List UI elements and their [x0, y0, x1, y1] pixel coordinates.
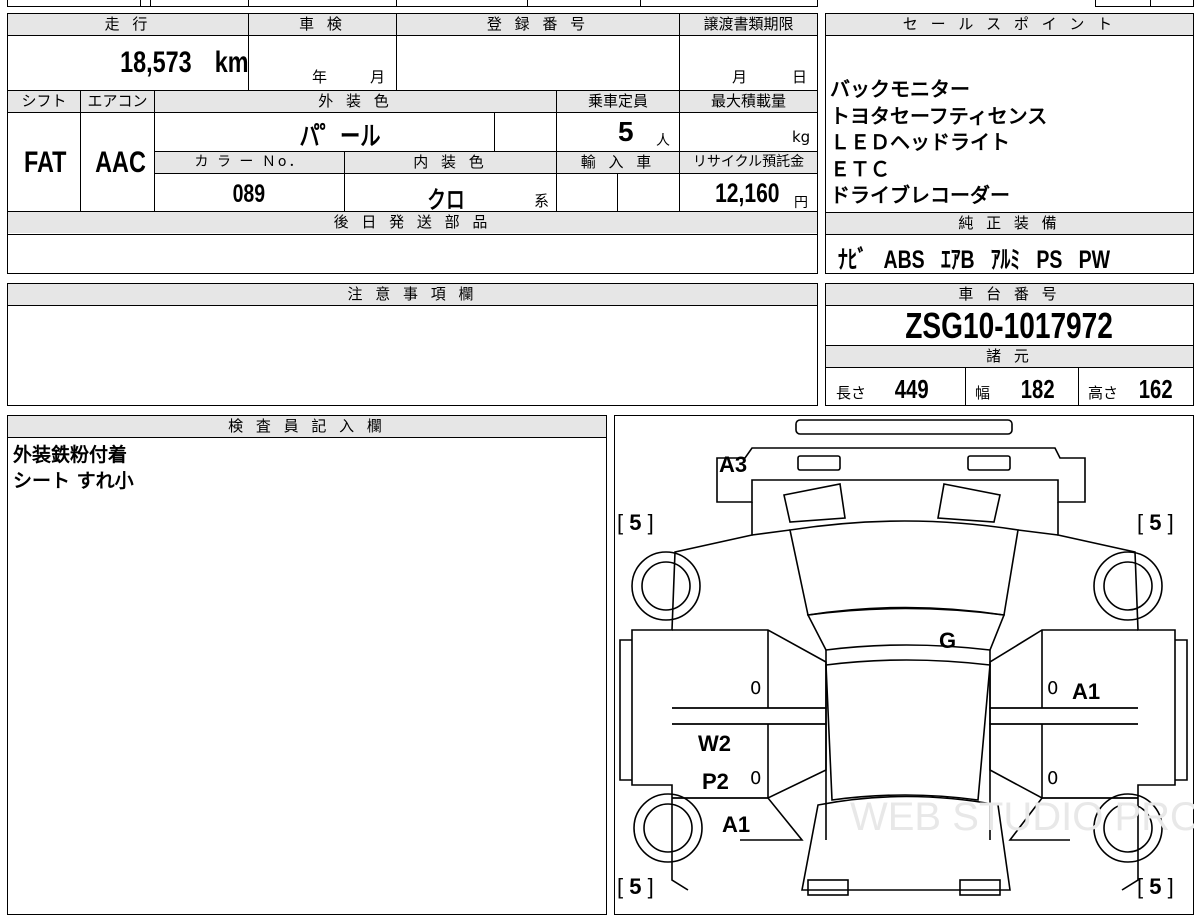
damage-mark-a1-left: A1 [722, 812, 751, 837]
damage-mark-a1-right: A1 [1072, 679, 1101, 704]
rear-lamp-right [967, 455, 1011, 471]
genuine-item: PS [1036, 246, 1063, 274]
genuine-header: 純 正 装 備 [826, 213, 1193, 234]
zero-marker: 0 [1047, 768, 1059, 789]
height-value: 162 [1138, 374, 1173, 404]
inspection-header: 車 検 [249, 14, 396, 35]
tire-rear-right: [ 5 ] [1137, 510, 1174, 535]
length-value: 449 [894, 374, 929, 404]
zero-marker: 0 [750, 678, 762, 699]
inspection-month: 月 [370, 68, 386, 86]
tire-front-right: [ 5 ] [1137, 874, 1174, 899]
shift-value: FAT [23, 146, 67, 179]
genuine-item: PW [1078, 246, 1111, 274]
max-load-unit: kg [792, 128, 811, 146]
top-stub-row [7, 0, 818, 7]
mileage-value: 18,573 [120, 46, 192, 79]
left-front-door [672, 723, 827, 799]
inspector-line: 外装鉄粉付着 [13, 444, 128, 466]
sales-point-item: ドライブレコーダー [830, 183, 1010, 207]
sales-point-item: ＬＥＤヘッドライト [830, 130, 1010, 154]
inspector-header: 検 査 員 記 入 欄 [8, 416, 606, 437]
shift-header: シフト [8, 91, 80, 112]
damage-mark-p2: P2 [702, 769, 729, 794]
mileage-unit: km [214, 46, 249, 79]
exterior-header: 外 装 色 [155, 91, 556, 112]
rear-bumper-strip [795, 419, 1013, 435]
capacity-unit: 人 [656, 133, 670, 149]
length-label: 長さ [836, 384, 867, 402]
watermark: WEB STUDIO PRO [850, 795, 1194, 839]
damage-mark-w2: W2 [698, 731, 731, 756]
genuine-list: ﾅﾋﾞ ABS ｴｱB ｱﾙﾐ PS PW [838, 240, 1187, 276]
deadline-month: 月 [732, 68, 748, 86]
specs-header: 諸 元 [826, 346, 1193, 367]
interior-suffix: 系 [534, 192, 550, 210]
damage-mark-g: G [939, 628, 957, 653]
aircon-value: AAC [95, 146, 146, 179]
rear-light-right [937, 483, 1001, 523]
recycle-unit: 円 [794, 195, 808, 211]
left-rear-quarter [672, 629, 827, 709]
aircon-header: エアコン [81, 91, 154, 112]
front-bumper-strip [807, 879, 849, 896]
interior-value: クロ [427, 187, 465, 214]
car-diagram: WEB STUDIO PRO [619, 419, 1194, 896]
genuine-item: ABS [883, 246, 925, 274]
later-parts-header: 後 日 発 送 部 品 [8, 212, 817, 233]
rear-lamp-left [797, 455, 841, 471]
right-rear-door [989, 707, 1138, 725]
chassis-header: 車 台 番 号 [826, 284, 1193, 305]
width-value: 182 [1020, 374, 1055, 404]
zero-marker: 0 [750, 768, 762, 789]
tire-front-left: [ 5 ] [617, 874, 654, 899]
rear-light-left [783, 483, 846, 523]
sales-point-item: ＥＴＣ [830, 156, 890, 181]
deadline-day: 日 [792, 68, 808, 86]
registration-header: 登 録 番 号 [397, 14, 679, 35]
inspection-year: 年 [312, 68, 328, 86]
color-no-header: カ ラ ー Ｎo． [155, 152, 344, 173]
height-label: 高さ [1088, 384, 1119, 402]
zero-marker: 0 [1047, 678, 1059, 699]
sales-point-item: バックモニター [830, 77, 970, 101]
recycle-value: 12,160 [715, 178, 780, 208]
chassis-number: ZSG10-1017972 [905, 305, 1114, 346]
interior-header: 内 装 色 [345, 152, 556, 173]
genuine-item: ｴｱB [940, 246, 975, 274]
sales-point-item: トヨタセーフティセンス [830, 103, 1048, 128]
rear-hatch [716, 447, 1086, 503]
roof-panel [825, 659, 991, 801]
mileage-header: 走 行 [8, 14, 248, 35]
damage-mark-a3: A3 [719, 452, 748, 477]
notes-header: 注 意 事 項 欄 [8, 284, 817, 305]
top-right-stub [1095, 0, 1194, 7]
left-rear-door [672, 707, 827, 725]
tire-rear-left: [ 5 ] [617, 510, 654, 535]
capacity-header: 乗車定員 [557, 91, 679, 112]
rear-window [789, 520, 1019, 616]
recycle-header: リサイクル預託金 [680, 152, 817, 173]
width-label: 幅 [975, 384, 991, 402]
max-load-header: 最大積載量 [680, 91, 817, 112]
import-header: 輸 入 車 [557, 152, 679, 173]
sales-points-list: バックモニター トヨタセーフティセンス ＬＥＤヘッドライト ＥＴＣ ドライブレコ… [830, 76, 1047, 209]
inspector-notes: 外装鉄粉付着 シート すれ小 [13, 442, 134, 494]
genuine-item: ｱﾙﾐ [990, 246, 1021, 274]
capacity-value: 5 [618, 116, 634, 147]
color-no-value: 089 [232, 180, 266, 208]
exterior-value: パ゜ール [299, 121, 381, 151]
deadline-header: 譲渡書類期限 [680, 14, 817, 35]
genuine-item: ﾅﾋﾞ [838, 246, 868, 274]
right-rear-quarter [989, 629, 1138, 709]
rear-glass-lower [806, 607, 1006, 651]
sales-points-header: セ ー ル ス ポ イ ン ト [826, 14, 1193, 35]
right-front-door [989, 723, 1138, 799]
inspector-line: シート すれ小 [13, 470, 134, 492]
